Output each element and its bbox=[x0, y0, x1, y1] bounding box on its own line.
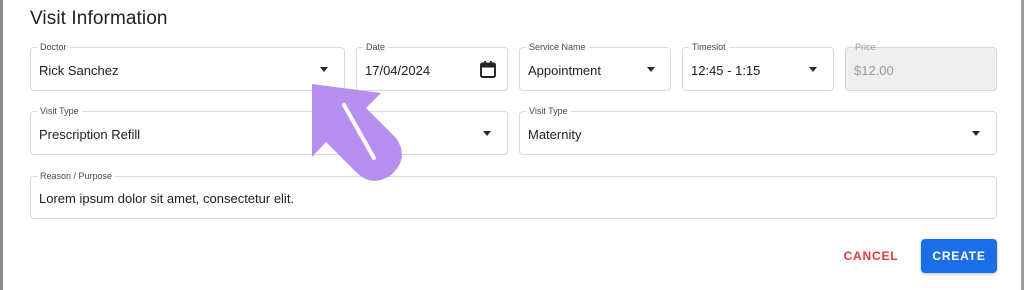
reason-value: Lorem ipsum dolor sit amet, consectetur … bbox=[39, 191, 295, 206]
calendar-icon[interactable] bbox=[479, 60, 497, 79]
reason-label: Reason / Purpose bbox=[37, 170, 116, 182]
reason-field[interactable]: Reason / Purpose Lorem ipsum dolor sit a… bbox=[30, 170, 997, 219]
visit-type-select-secondary[interactable]: Visit Type Maternity bbox=[519, 105, 997, 155]
service-name-value: Appointment bbox=[528, 63, 601, 78]
caret-down-icon bbox=[972, 131, 980, 136]
date-field[interactable]: Date 17/04/2024 bbox=[356, 41, 508, 91]
create-button[interactable]: CREATE bbox=[921, 239, 997, 273]
date-value: 17/04/2024 bbox=[365, 63, 431, 78]
caret-down-icon bbox=[809, 67, 817, 72]
visit-type-label: Visit Type bbox=[526, 105, 571, 117]
timeslot-value: 12:45 - 1:15 bbox=[691, 63, 761, 78]
timeslot-label: Timeslot bbox=[689, 41, 729, 53]
caret-down-icon bbox=[320, 67, 328, 72]
doctor-value: Rick Sanchez bbox=[39, 63, 119, 78]
dialog-title: Visit Information bbox=[30, 8, 168, 29]
cancel-button[interactable]: CANCEL bbox=[836, 240, 906, 272]
service-name-label: Service Name bbox=[526, 41, 589, 53]
price-value: $12.00 bbox=[854, 63, 894, 78]
caret-down-icon bbox=[483, 131, 491, 136]
visit-type-label: Visit Type bbox=[37, 105, 82, 117]
doctor-label: Doctor bbox=[37, 41, 70, 53]
visit-type-value: Maternity bbox=[528, 127, 582, 142]
price-field: Price $12.00 bbox=[845, 42, 997, 91]
visit-type-select[interactable]: Visit Type Prescription Refill bbox=[30, 105, 508, 155]
service-name-select[interactable]: Service Name Appointment bbox=[519, 41, 671, 91]
visit-type-value: Prescription Refill bbox=[39, 127, 141, 142]
doctor-select[interactable]: Doctor Rick Sanchez bbox=[30, 41, 345, 91]
timeslot-select[interactable]: Timeslot 12:45 - 1:15 bbox=[682, 41, 834, 91]
date-label: Date bbox=[363, 41, 389, 53]
price-label: Price bbox=[855, 42, 876, 52]
caret-down-icon bbox=[647, 67, 655, 72]
window-edge-left bbox=[0, 0, 3, 290]
